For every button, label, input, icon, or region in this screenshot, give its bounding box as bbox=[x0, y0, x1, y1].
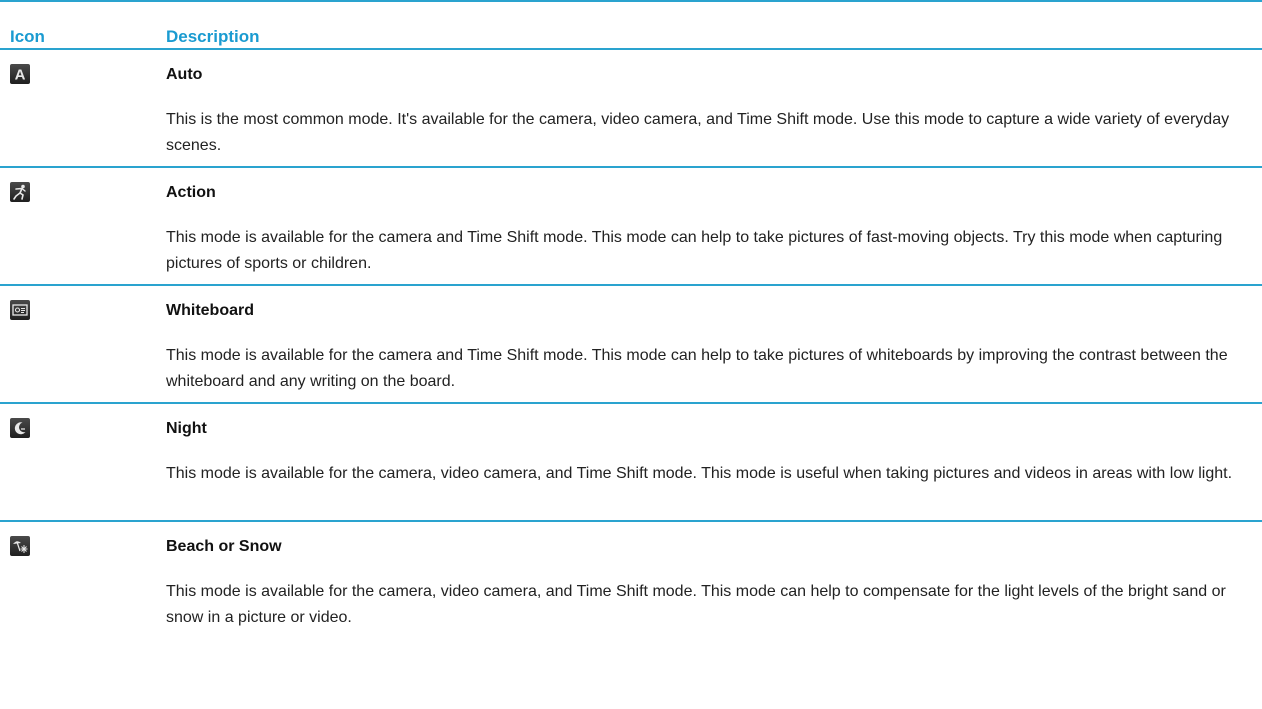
table-row: Whiteboard This mode is available for th… bbox=[0, 286, 1262, 402]
whiteboard-icon bbox=[10, 300, 30, 320]
mode-title: Auto bbox=[166, 66, 203, 83]
svg-text:A: A bbox=[15, 67, 26, 84]
mode-description: This is the most common mode. It's avail… bbox=[166, 111, 1230, 154]
column-header-icon: Icon bbox=[10, 27, 45, 46]
auto-a-icon: A bbox=[10, 64, 30, 84]
scene-mode-table: Icon Description A Auto This is the most… bbox=[0, 0, 1262, 642]
table-row: A Auto This is the most common mode. It'… bbox=[0, 50, 1262, 166]
mode-description: This mode is available for the camera an… bbox=[166, 347, 1228, 390]
table-row: Action This mode is available for the ca… bbox=[0, 168, 1262, 284]
mode-description: This mode is available for the camera an… bbox=[166, 229, 1223, 272]
mode-description: This mode is available for the camera, v… bbox=[166, 465, 1233, 482]
table-header: Icon Description bbox=[0, 2, 1262, 48]
column-header-description: Description bbox=[166, 27, 260, 46]
mode-title: Night bbox=[166, 420, 207, 437]
mode-title: Action bbox=[166, 184, 216, 201]
night-moon-icon bbox=[10, 418, 30, 438]
table-row: Beach or Snow This mode is available for… bbox=[0, 522, 1262, 642]
action-runner-icon bbox=[10, 182, 30, 202]
mode-description: This mode is available for the camera, v… bbox=[166, 583, 1226, 626]
beach-snow-icon bbox=[10, 536, 30, 556]
table-row: Night This mode is available for the cam… bbox=[0, 404, 1262, 520]
mode-title: Whiteboard bbox=[166, 302, 254, 319]
mode-title: Beach or Snow bbox=[166, 538, 282, 555]
